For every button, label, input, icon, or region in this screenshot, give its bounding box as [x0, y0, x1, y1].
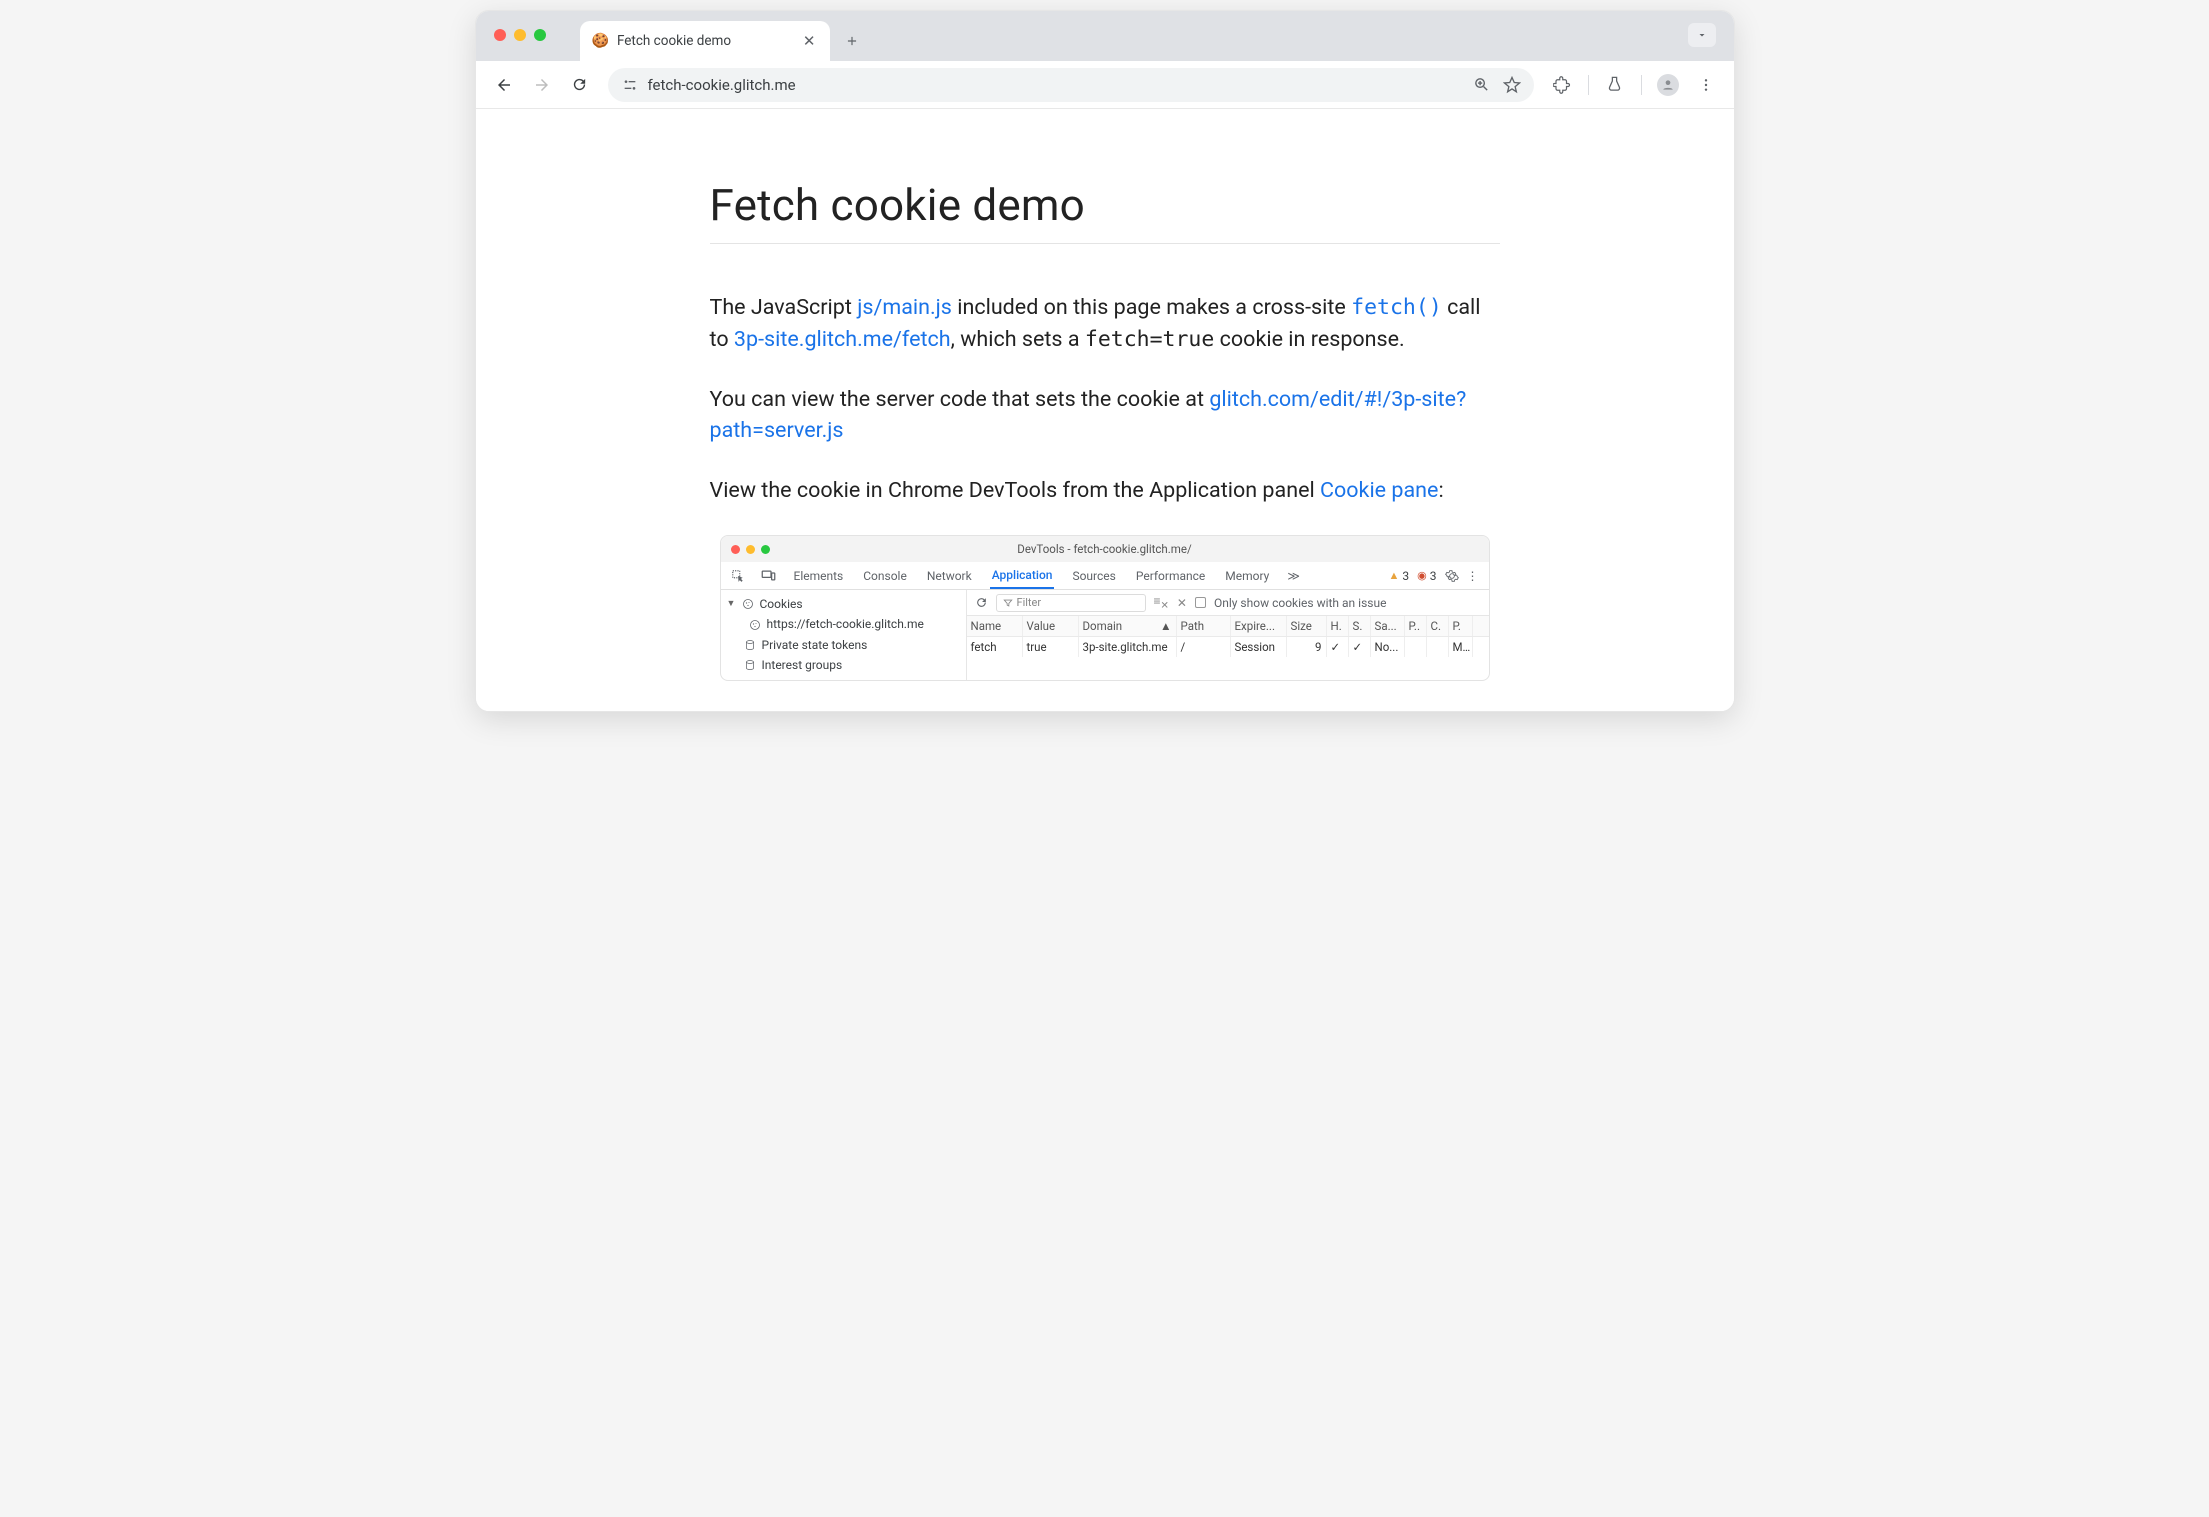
cookies-tree-node[interactable]: ▼ Cookies — [727, 594, 960, 614]
tab-elements[interactable]: Elements — [792, 562, 846, 589]
address-bar[interactable]: fetch-cookie.glitch.me — [608, 68, 1534, 102]
device-toggle-icon[interactable] — [761, 569, 776, 582]
cookies-panel: Filter ≡✕ ✕ Only show cookies with an is… — [967, 590, 1489, 680]
clear-all-icon[interactable]: ✕ — [1177, 596, 1187, 610]
pst-tree-node[interactable]: Private state tokens — [727, 635, 960, 655]
tab-title: Fetch cookie demo — [617, 33, 731, 49]
devtools-titlebar: DevTools - fetch-cookie.glitch.me/ — [721, 536, 1489, 562]
toolbar: fetch-cookie.glitch.me — [476, 61, 1734, 109]
tab-performance[interactable]: Performance — [1134, 562, 1207, 589]
back-button[interactable] — [488, 69, 520, 101]
database-icon — [744, 639, 756, 651]
divider — [710, 243, 1500, 244]
extensions-button[interactable] — [1546, 69, 1578, 101]
devtools-zoom-button[interactable] — [761, 545, 770, 554]
close-tab-button[interactable]: ✕ — [799, 32, 820, 50]
browser-tab[interactable]: 🍪 Fetch cookie demo ✕ — [580, 21, 830, 61]
tab-strip: 🍪 Fetch cookie demo ✕ — [476, 11, 1734, 61]
toolbar-separator — [1641, 75, 1642, 95]
application-sidebar: ▼ Cookies https://fetch-cookie.glitch.me — [721, 590, 967, 680]
reload-button[interactable] — [564, 69, 596, 101]
tab-console[interactable]: Console — [861, 562, 909, 589]
cookie-host-row[interactable]: https://fetch-cookie.glitch.me — [727, 614, 960, 634]
cookie-icon — [749, 619, 761, 631]
database-icon — [744, 659, 756, 671]
cookie-table-row[interactable]: fetch true 3p-site.glitch.me / Session 9… — [967, 637, 1489, 657]
inspect-icon[interactable] — [731, 569, 745, 583]
filter-icon — [1003, 598, 1013, 608]
cookie-filter-input[interactable]: Filter — [996, 594, 1146, 612]
minimize-window-button[interactable] — [514, 29, 526, 41]
tab-sources[interactable]: Sources — [1070, 562, 1117, 589]
devtools-tabbar: Elements Console Network Application Sou… — [721, 562, 1489, 590]
clear-filter-icon[interactable]: ≡✕ — [1154, 594, 1169, 611]
issues-badge[interactable]: ◉3 — [1417, 569, 1436, 583]
page-content: Fetch cookie demo The JavaScript js/main… — [476, 109, 1734, 711]
bookmark-star-icon[interactable] — [1498, 71, 1526, 99]
site-settings-icon[interactable] — [622, 77, 638, 93]
avatar-icon — [1657, 74, 1679, 96]
more-tabs-icon[interactable]: ≫ — [1287, 569, 1300, 583]
cookie-code: fetch=true — [1085, 327, 1214, 352]
cookie-table-header: Name Value Domain ▲ Path Expire... Size … — [967, 616, 1489, 637]
settings-gear-icon[interactable] — [1445, 569, 1459, 583]
cookie-pane-link[interactable]: Cookie pane — [1320, 478, 1438, 503]
devtools-paragraph: View the cookie in Chrome DevTools from … — [710, 475, 1500, 507]
window-controls — [494, 29, 546, 41]
url-text: fetch-cookie.glitch.me — [648, 76, 1458, 94]
shared-storage-tree-node[interactable]: ▶ Shared storage — [727, 676, 960, 680]
zoom-icon[interactable] — [1468, 71, 1496, 99]
tab-network[interactable]: Network — [925, 562, 974, 589]
labs-button[interactable] — [1599, 69, 1631, 101]
forward-button[interactable] — [526, 69, 558, 101]
profile-button[interactable] — [1652, 69, 1684, 101]
filter-placeholder: Filter — [1017, 596, 1042, 609]
devtools-screenshot: DevTools - fetch-cookie.glitch.me/ Eleme… — [720, 535, 1490, 681]
toolbar-separator — [1588, 75, 1589, 95]
zoom-window-button[interactable] — [534, 29, 546, 41]
close-window-button[interactable] — [494, 29, 506, 41]
interest-groups-tree-node[interactable]: Interest groups — [727, 655, 960, 675]
only-issue-label: Only show cookies with an issue — [1214, 596, 1386, 610]
devtools-close-button[interactable] — [731, 545, 740, 554]
cookie-icon — [742, 598, 754, 610]
only-issue-checkbox[interactable] — [1195, 597, 1206, 608]
page-title: Fetch cookie demo — [710, 179, 1500, 231]
new-tab-button[interactable] — [838, 27, 866, 55]
cookie-favicon-icon: 🍪 — [592, 33, 609, 49]
chrome-window: 🍪 Fetch cookie demo ✕ fetch-cookie.glitc… — [475, 10, 1735, 712]
fetch-code[interactable]: fetch() — [1351, 295, 1442, 320]
intro-paragraph: The JavaScript js/main.js included on th… — [710, 292, 1500, 356]
tab-application[interactable]: Application — [990, 562, 1055, 589]
warnings-badge[interactable]: ▲3 — [1389, 569, 1410, 583]
devtools-menu-icon[interactable]: ⋮ — [1467, 569, 1479, 583]
mainjs-link[interactable]: js/main.js — [857, 295, 952, 320]
tab-memory[interactable]: Memory — [1223, 562, 1271, 589]
server-code-paragraph: You can view the server code that sets t… — [710, 384, 1500, 448]
devtools-minimize-button[interactable] — [746, 545, 755, 554]
fetch-endpoint-link[interactable]: 3p-site.glitch.me/fetch — [734, 327, 951, 352]
tab-overflow-button[interactable] — [1688, 23, 1716, 47]
chrome-menu-button[interactable] — [1690, 69, 1722, 101]
devtools-title-text: DevTools - fetch-cookie.glitch.me/ — [1017, 542, 1191, 556]
refresh-cookies-icon[interactable] — [975, 596, 988, 609]
